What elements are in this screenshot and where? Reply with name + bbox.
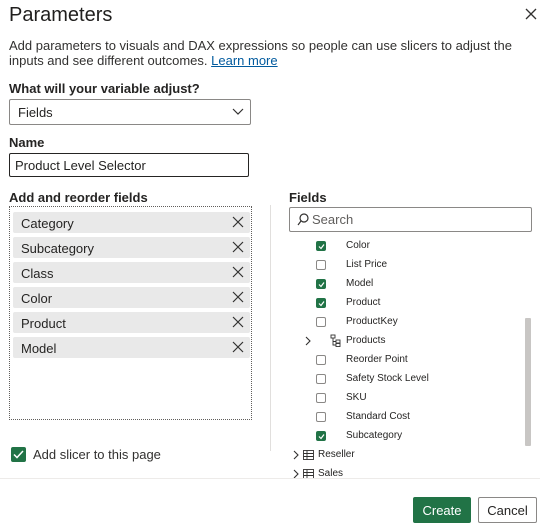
fields-label: Fields — [289, 190, 327, 205]
chevron-right-icon[interactable] — [292, 469, 300, 478]
check-icon — [13, 450, 24, 459]
remove-icon[interactable] — [232, 341, 244, 353]
tree-item-sku[interactable]: SKU — [289, 389, 529, 408]
checkbox[interactable] — [316, 412, 326, 422]
tree-item-label: Subcategory — [346, 430, 403, 441]
tree-item-label: Color — [346, 240, 370, 251]
tree-item-productkey[interactable]: ProductKey — [289, 313, 529, 332]
tree-item-standard-cost[interactable]: Standard Cost — [289, 408, 529, 427]
close-icon[interactable] — [522, 5, 540, 23]
tree-item-subcategory[interactable]: Subcategory — [289, 427, 529, 446]
tree-item-label: Standard Cost — [346, 411, 410, 422]
check-icon — [318, 434, 325, 440]
name-input[interactable] — [9, 153, 249, 177]
add-slicer-checkbox[interactable] — [11, 447, 26, 462]
chevron-right-icon[interactable] — [292, 450, 300, 460]
checkbox[interactable] — [316, 241, 326, 251]
tree-item-safety-stock-level[interactable]: Safety Stock Level — [289, 370, 529, 389]
hierarchy-icon — [330, 334, 341, 347]
remove-icon[interactable] — [232, 291, 244, 303]
tree-item-label: Products — [346, 335, 386, 346]
reorder-item-label: Model — [21, 341, 57, 356]
reorder-item-label: Subcategory — [21, 241, 94, 256]
checkbox[interactable] — [316, 355, 326, 365]
tree-item-reseller-table[interactable]: Reseller — [289, 446, 529, 465]
chevron-down-icon — [232, 108, 244, 115]
tree-item-sales-table[interactable]: Sales — [289, 465, 529, 478]
reorder-item-label: Category — [21, 216, 74, 231]
checkbox[interactable] — [316, 393, 326, 403]
reorder-item-category[interactable]: Category — [13, 212, 250, 233]
tree-item-products-hierarchy[interactable]: Products — [289, 332, 529, 351]
remove-icon[interactable] — [232, 266, 244, 278]
tree-item-label: Reseller — [318, 449, 355, 460]
checkbox[interactable] — [316, 279, 326, 289]
checkbox[interactable] — [316, 317, 326, 327]
reorder-item-class[interactable]: Class — [13, 262, 250, 283]
reorder-item-subcategory[interactable]: Subcategory — [13, 237, 250, 258]
dialog-title: Parameters — [9, 4, 113, 26]
checkbox[interactable] — [316, 431, 326, 441]
tree-item-label: Product — [346, 297, 381, 308]
fields-search[interactable] — [289, 207, 532, 232]
fields-scrollbar-thumb[interactable] — [525, 318, 531, 446]
learn-more-link[interactable]: Learn more — [211, 53, 277, 68]
search-icon — [297, 213, 309, 226]
tree-item-label: SKU — [346, 392, 367, 403]
check-icon — [318, 244, 325, 250]
check-icon — [318, 282, 325, 288]
tree-item-model[interactable]: Model — [289, 275, 529, 294]
tree-item-label: Model — [346, 278, 374, 289]
add-slicer-label: Add slicer to this page — [33, 447, 161, 462]
reorder-item-label: Color — [21, 291, 53, 306]
checkbox[interactable] — [316, 374, 326, 384]
tree-item-reorder-point[interactable]: Reorder Point — [289, 351, 529, 370]
table-icon — [303, 469, 314, 478]
adjust-dropdown[interactable]: Fields — [9, 99, 251, 125]
reorder-fields-box: Category Subcategory Class Color Product… — [9, 206, 252, 420]
tree-item-label: List Price — [346, 259, 388, 270]
fields-tree: Color List Price Model Product ProductKe… — [289, 235, 535, 478]
check-icon — [318, 301, 325, 307]
tree-item-label: Reorder Point — [346, 354, 408, 365]
checkbox[interactable] — [316, 298, 326, 308]
tree-item-label: ProductKey — [346, 316, 398, 327]
remove-icon[interactable] — [232, 316, 244, 328]
adjust-label: What will your variable adjust? — [9, 81, 200, 96]
reorder-item-product[interactable]: Product — [13, 312, 250, 333]
panel-divider — [270, 205, 271, 451]
tree-item-label: Sales — [318, 468, 344, 478]
footer-divider — [0, 478, 540, 479]
reorder-item-color[interactable]: Color — [13, 287, 250, 308]
reorder-item-model[interactable]: Model — [13, 337, 250, 358]
reorder-item-label: Class — [21, 266, 54, 281]
remove-icon[interactable] — [232, 241, 244, 253]
reorder-item-label: Product — [21, 316, 66, 331]
create-button[interactable]: Create — [413, 497, 471, 523]
adjust-dropdown-value: Fields — [18, 105, 53, 120]
cancel-button[interactable]: Cancel — [478, 497, 537, 523]
table-icon — [303, 450, 314, 460]
reorder-label: Add and reorder fields — [9, 190, 148, 205]
tree-item-label: Safety Stock Level — [346, 373, 429, 384]
search-input[interactable] — [312, 211, 522, 228]
remove-icon[interactable] — [232, 216, 244, 228]
dialog-description: Add parameters to visuals and DAX expres… — [9, 38, 529, 68]
tree-item-color[interactable]: Color — [289, 237, 529, 256]
chevron-right-icon[interactable] — [304, 336, 312, 346]
name-label: Name — [9, 135, 45, 150]
tree-item-list-price[interactable]: List Price — [289, 256, 529, 275]
checkbox[interactable] — [316, 260, 326, 270]
tree-item-product[interactable]: Product — [289, 294, 529, 313]
